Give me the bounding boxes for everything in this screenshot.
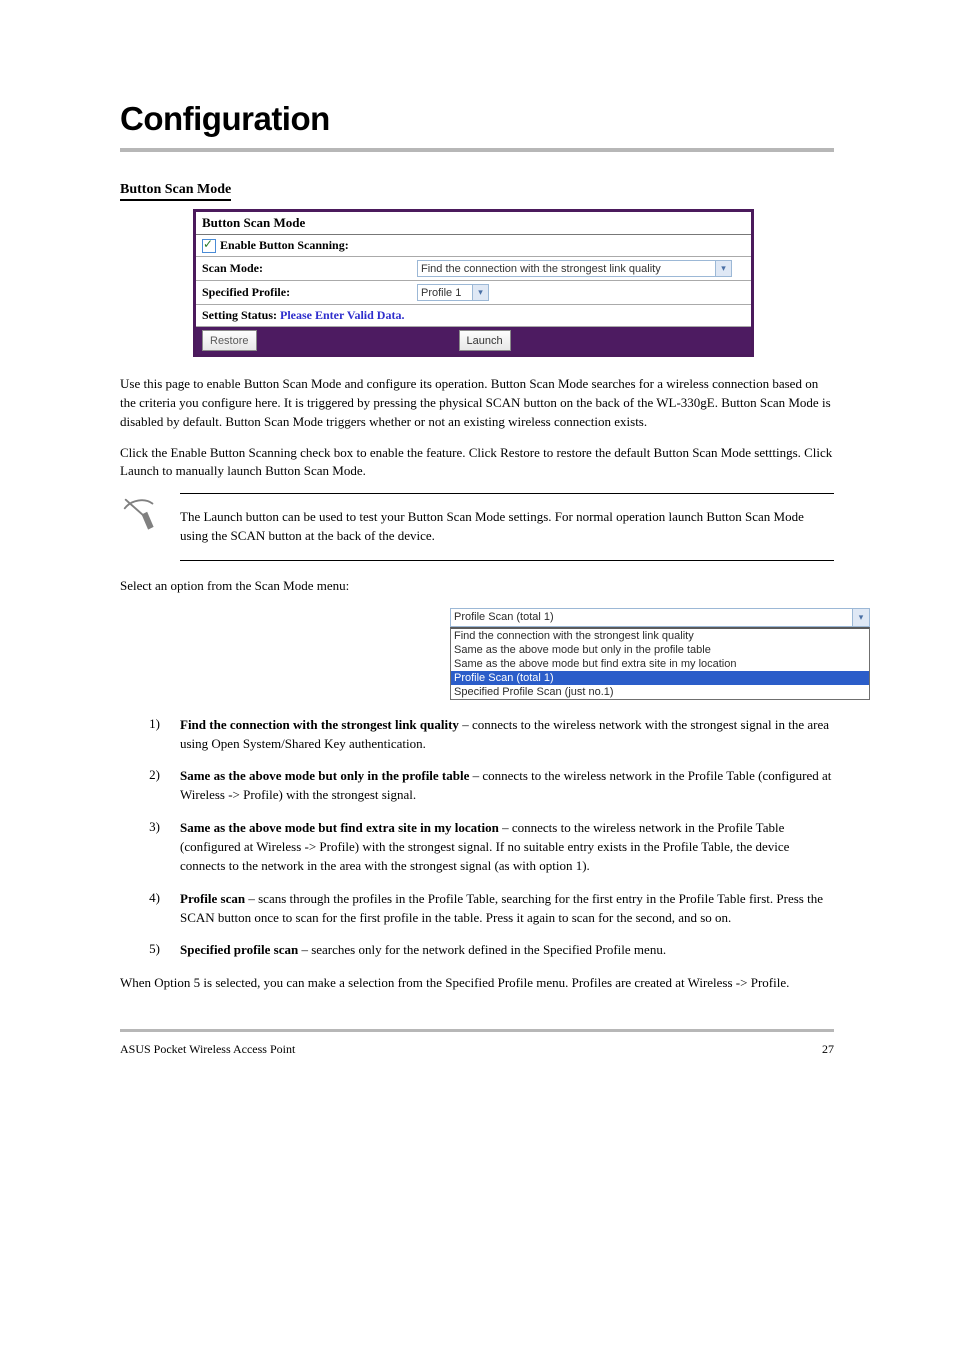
enable-label: Enable Button Scanning: [220, 238, 349, 253]
specified-profile-value: Profile 1 [421, 287, 472, 299]
chevron-down-icon: ▾ [472, 285, 488, 300]
note-block: The Launch button can be used to test yo… [120, 493, 834, 561]
footer-left: ASUS Pocket Wireless Access Point [120, 1042, 295, 1057]
option-description-list: 1) Find the connection with the stronges… [120, 716, 834, 960]
status-row: Setting Status: Please Enter Valid Data. [196, 305, 751, 327]
paragraph-2: Click the Enable Button Scanning check b… [120, 444, 834, 482]
footer-page-number: 27 [822, 1042, 834, 1057]
scan-mode-label: Scan Mode: [202, 261, 417, 276]
option-name: Find the connection with the strongest l… [180, 717, 459, 732]
option-number: 1) [120, 716, 180, 754]
panel-header: Button Scan Mode [196, 212, 751, 235]
scan-mode-option[interactable]: Same as the above mode but find extra si… [451, 657, 869, 671]
option-item: 2) Same as the above mode but only in th… [120, 767, 834, 805]
scan-mode-value: Find the connection with the strongest l… [421, 263, 715, 275]
option-name: Same as the above mode but find extra si… [180, 820, 499, 835]
option-name: Same as the above mode but only in the p… [180, 768, 469, 783]
panel-button-row: Restore Launch [196, 327, 751, 354]
restore-button[interactable]: Restore [202, 330, 257, 351]
option-number: 2) [120, 767, 180, 805]
option-desc: – searches only for the network defined … [298, 942, 666, 957]
scan-mode-option-list: Find the connection with the strongest l… [450, 627, 870, 700]
option-number: 5) [120, 941, 180, 960]
option-item: 3) Same as the above mode but find extra… [120, 819, 834, 876]
chapter-divider [120, 148, 834, 152]
specified-profile-select[interactable]: Profile 1 ▾ [417, 284, 489, 301]
option-name: Specified profile scan [180, 942, 298, 957]
scan-mode-option[interactable]: Specified Profile Scan (just no.1) [451, 685, 869, 699]
launch-button[interactable]: Launch [459, 330, 511, 351]
status-value: Please Enter Valid Data. [280, 308, 404, 322]
footer-divider [120, 1029, 834, 1032]
scan-mode-open-value: Profile Scan (total 1) [454, 611, 554, 623]
option-desc: – scans through the profiles in the Prof… [180, 891, 823, 925]
page-footer: ASUS Pocket Wireless Access Point 27 [120, 1042, 834, 1057]
option-item: 4) Profile scan – scans through the prof… [120, 890, 834, 928]
option-number: 3) [120, 819, 180, 876]
scan-mode-option[interactable]: Same as the above mode but only in the p… [451, 643, 869, 657]
specified-profile-row: Specified Profile: Profile 1 ▾ [196, 281, 751, 305]
button-scan-mode-panel: Button Scan Mode Enable Button Scanning:… [193, 209, 754, 357]
scan-mode-select[interactable]: Find the connection with the strongest l… [417, 260, 732, 277]
option-name: Profile scan [180, 891, 245, 906]
enable-checkbox[interactable] [202, 239, 216, 253]
status-prefix: Setting Status: [202, 308, 280, 322]
option-item: 1) Find the connection with the stronges… [120, 716, 834, 754]
option-item: 5) Specified profile scan – searches onl… [120, 941, 834, 960]
scan-mode-open-value-row[interactable]: Profile Scan (total 1) ▾ [450, 608, 870, 627]
chapter-title: Configuration [120, 100, 834, 138]
section-title: Button Scan Mode [120, 182, 231, 201]
note-text: The Launch button can be used to test yo… [180, 493, 834, 561]
note-icon [120, 493, 180, 535]
chevron-down-icon: ▾ [715, 261, 731, 276]
scan-mode-dropdown-open: Profile Scan (total 1) ▾ Find the connec… [450, 608, 870, 700]
option-number: 4) [120, 890, 180, 928]
scan-mode-option[interactable]: Find the connection with the strongest l… [451, 629, 869, 643]
paragraph-3: Select an option from the Scan Mode menu… [120, 577, 834, 596]
scan-mode-option-selected[interactable]: Profile Scan (total 1) [451, 671, 869, 685]
specified-profile-label: Specified Profile: [202, 285, 417, 300]
chevron-down-icon: ▾ [852, 609, 869, 626]
paragraph-1: Use this page to enable Button Scan Mode… [120, 375, 834, 432]
paragraph-4: When Option 5 is selected, you can make … [120, 974, 834, 993]
enable-row: Enable Button Scanning: [196, 235, 751, 257]
scan-mode-row: Scan Mode: Find the connection with the … [196, 257, 751, 281]
